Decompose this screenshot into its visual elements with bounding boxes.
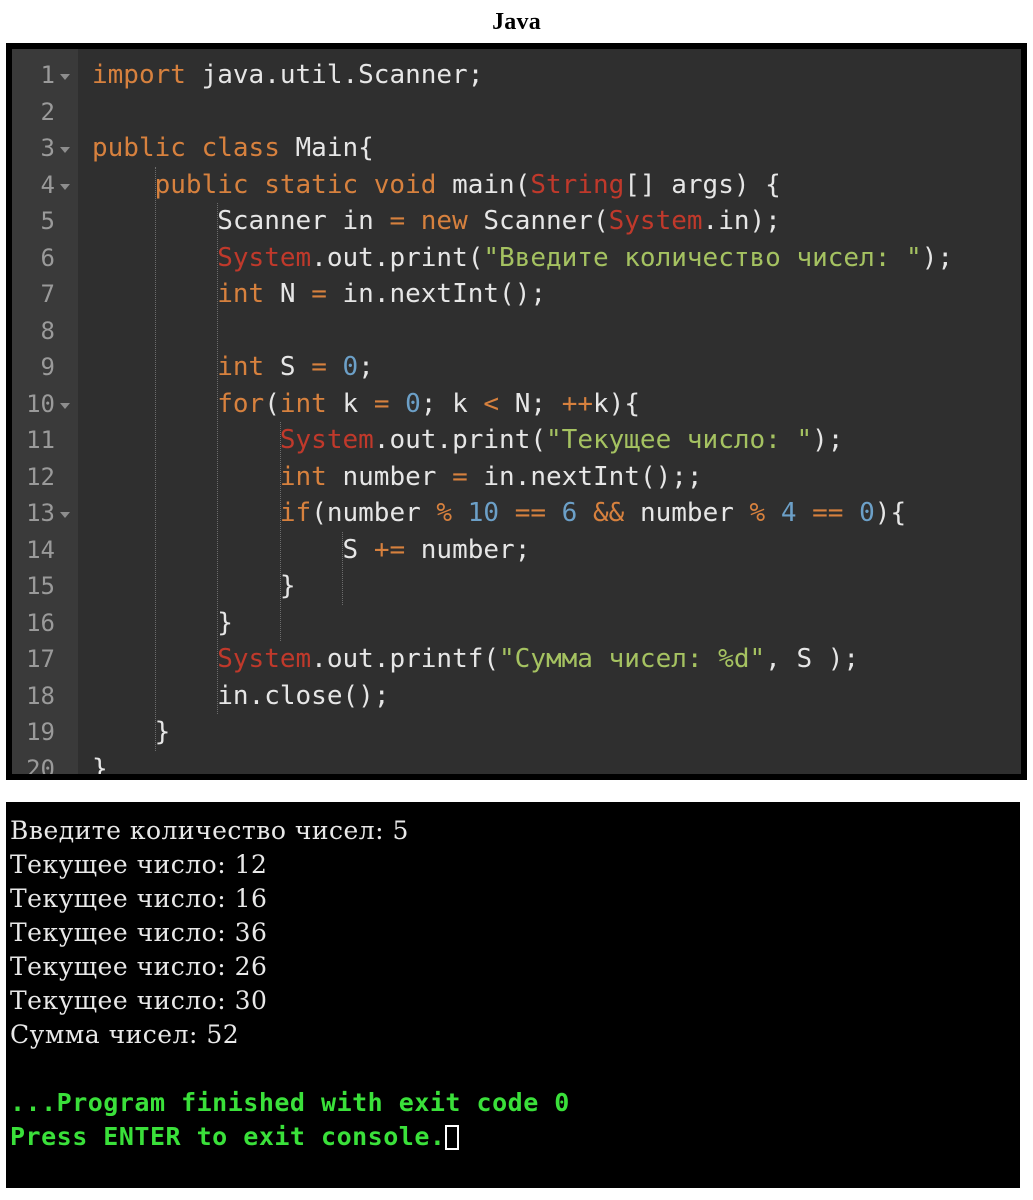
- fold-triangle-icon[interactable]: [58, 505, 72, 523]
- code-line[interactable]: public class Main{: [78, 130, 1021, 167]
- code-line[interactable]: System.out.print("Введите количество чис…: [78, 240, 1021, 277]
- line-number: 13: [26, 499, 55, 528]
- code-editor-scroll-area[interactable]: 1 2 3 4 5 6 7 8 9 10 11 12 13 14 15 16 17 18 19 20 import j…: [12, 49, 1021, 774]
- code-line[interactable]: int number = in.nextInt();;: [78, 459, 1021, 496]
- code-line[interactable]: int S = 0;: [78, 349, 1021, 386]
- fold-triangle-icon[interactable]: [58, 396, 72, 414]
- line-number: 9: [40, 353, 55, 382]
- console-line: Введите количество чисел: 5: [10, 816, 409, 845]
- console-line: Сумма чисел: 52: [10, 1020, 240, 1049]
- code-line[interactable]: public static void main(String[] args) {: [78, 167, 1021, 204]
- console-status-output: ...Program finished with exit code 0 Pres…: [10, 1086, 1020, 1154]
- code-line[interactable]: S += number;: [78, 532, 1021, 569]
- code-line[interactable]: import java.util.Scanner;: [78, 57, 1021, 94]
- line-number: 7: [40, 280, 55, 309]
- line-number: 2: [40, 97, 55, 126]
- code-line[interactable]: in.close();: [78, 678, 1021, 715]
- fold-triangle-icon[interactable]: [58, 140, 72, 158]
- code-line[interactable]: }: [78, 751, 1021, 775]
- gutter-row[interactable]: 6: [12, 240, 78, 277]
- gutter-row[interactable]: 13: [12, 495, 78, 532]
- fold-triangle-icon[interactable]: [58, 67, 72, 85]
- gutter-row[interactable]: 19: [12, 714, 78, 751]
- gutter-row[interactable]: 15: [12, 568, 78, 605]
- console-status-text: ...Program finished with exit code 0: [10, 1088, 570, 1117]
- gutter-row[interactable]: 1: [12, 57, 78, 94]
- console-line: Текущее число: 16: [10, 884, 268, 913]
- gutter-row[interactable]: 11: [12, 422, 78, 459]
- code-text-area[interactable]: import java.util.Scanner; public class M…: [78, 49, 1021, 774]
- console-line: Текущее число: 12: [10, 850, 268, 879]
- console-status-text: Press ENTER to exit console.: [10, 1122, 446, 1151]
- line-number: 18: [26, 681, 55, 710]
- code-line[interactable]: }: [78, 714, 1021, 751]
- console-line: Текущее число: 30: [10, 986, 268, 1015]
- line-number: 1: [40, 61, 55, 90]
- page-title: Java: [492, 9, 541, 35]
- line-number: 16: [26, 608, 55, 637]
- line-number-gutter[interactable]: 1 2 3 4 5 6 7 8 9 10 11 12 13 14 15 16 17 18 19 20: [12, 49, 78, 774]
- code-line[interactable]: [78, 94, 1021, 131]
- console-line: Текущее число: 36: [10, 918, 268, 947]
- gutter-row[interactable]: 17: [12, 641, 78, 678]
- code-line[interactable]: int N = in.nextInt();: [78, 276, 1021, 313]
- line-number: 20: [26, 754, 55, 780]
- line-number: 10: [26, 389, 55, 418]
- line-number: 3: [40, 134, 55, 163]
- gutter-row[interactable]: 7: [12, 276, 78, 313]
- line-number: 12: [26, 462, 55, 491]
- console-status-line: ...Program finished with exit code 0: [10, 1086, 1020, 1120]
- gutter-row[interactable]: 8: [12, 313, 78, 350]
- gutter-row[interactable]: 16: [12, 605, 78, 642]
- gutter-row[interactable]: 9: [12, 349, 78, 386]
- console-line: Текущее число: 26: [10, 952, 268, 981]
- line-number: 4: [40, 170, 55, 199]
- code-lines-container[interactable]: import java.util.Scanner; public class M…: [78, 57, 1021, 774]
- panel-separator: [0, 780, 1033, 802]
- line-number: 15: [26, 572, 55, 601]
- line-number: 6: [40, 243, 55, 272]
- gutter-row[interactable]: 2: [12, 94, 78, 131]
- line-number: 5: [40, 207, 55, 236]
- gutter-row[interactable]: 12: [12, 459, 78, 496]
- code-line[interactable]: if(number % 10 == 6 && number % 4 == 0){: [78, 495, 1021, 532]
- console-cursor: [445, 1125, 460, 1150]
- gutter-row[interactable]: 10: [12, 386, 78, 423]
- console-program-output: Введите количество чисел: 5 Текущее число…: [10, 814, 1020, 1052]
- line-number: 8: [40, 316, 55, 345]
- line-number: 19: [26, 718, 55, 747]
- code-line[interactable]: [78, 313, 1021, 350]
- code-line[interactable]: Scanner in = new Scanner(System.in);: [78, 203, 1021, 240]
- gutter-row[interactable]: 18: [12, 678, 78, 715]
- gutter-row[interactable]: 20: [12, 751, 78, 780]
- code-line[interactable]: System.out.print("Текущее число: ");: [78, 422, 1021, 459]
- line-number: 17: [26, 645, 55, 674]
- code-line[interactable]: }: [78, 568, 1021, 605]
- line-number: 11: [26, 426, 55, 455]
- console-output-panel[interactable]: Введите количество чисел: 5 Текущее число…: [6, 802, 1020, 1188]
- line-number: 14: [26, 535, 55, 564]
- code-line[interactable]: System.out.printf("Сумма чисел: %d", S )…: [78, 641, 1021, 678]
- gutter-row[interactable]: 4: [12, 167, 78, 204]
- code-editor-panel[interactable]: 1 2 3 4 5 6 7 8 9 10 11 12 13 14 15 16 17 18 19 20 import j…: [6, 43, 1027, 780]
- fold-triangle-icon[interactable]: [58, 177, 72, 195]
- console-status-line: Press ENTER to exit console.: [10, 1120, 1020, 1154]
- code-line[interactable]: for(int k = 0; k < N; ++k){: [78, 386, 1021, 423]
- gutter-row[interactable]: 3: [12, 130, 78, 167]
- gutter-row[interactable]: 14: [12, 532, 78, 569]
- gutter-row[interactable]: 5: [12, 203, 78, 240]
- code-line[interactable]: }: [78, 605, 1021, 642]
